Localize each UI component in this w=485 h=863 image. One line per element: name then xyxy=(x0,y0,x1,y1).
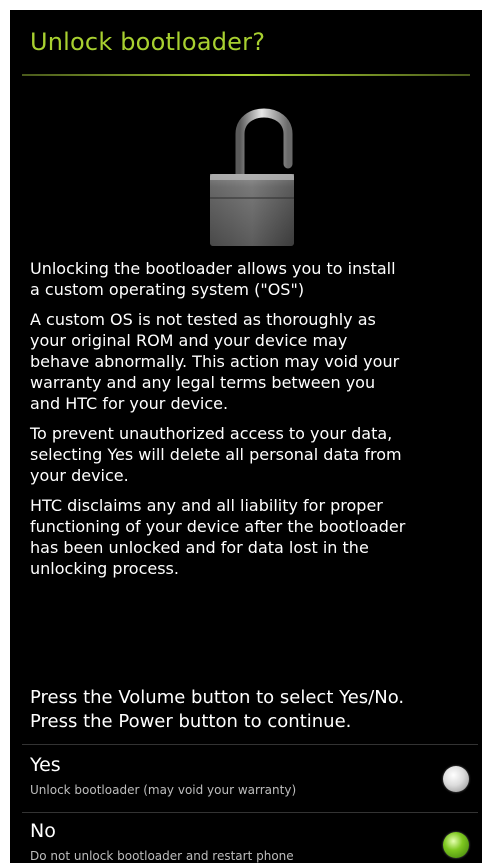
paragraph-data-wipe: To prevent unauthorized access to your d… xyxy=(30,424,402,485)
dialog-body: Unlocking the bootloader allows you to i… xyxy=(30,258,482,588)
dialog-title: Unlock bootloader? xyxy=(30,28,266,56)
paragraph-warning: A custom OS is not tested as thoroughly … xyxy=(30,310,400,413)
options-divider-middle xyxy=(22,812,478,813)
unlock-dialog-screen: Unlock bootloader? Unlocking the bootloa… xyxy=(10,10,482,863)
radio-yes[interactable] xyxy=(443,766,469,792)
option-no-label: No xyxy=(30,820,56,842)
paragraph-intro: Unlocking the bootloader allows you to i… xyxy=(30,259,396,299)
option-no-description: Do not unlock bootloader and restart pho… xyxy=(30,849,294,863)
option-no[interactable]: No Do not unlock bootloader and restart … xyxy=(10,816,482,863)
title-divider xyxy=(22,74,470,76)
unlocked-padlock-icon xyxy=(200,94,306,250)
option-yes-label: Yes xyxy=(30,754,61,776)
paragraph-disclaimer: HTC disclaims any and all liability for … xyxy=(30,496,406,578)
option-yes[interactable]: Yes Unlock bootloader (may void your war… xyxy=(10,750,482,810)
radio-no[interactable] xyxy=(443,832,469,858)
options-divider-top xyxy=(22,744,478,745)
button-instructions: Press the Volume button to select Yes/No… xyxy=(30,687,405,732)
option-yes-description: Unlock bootloader (may void your warrant… xyxy=(30,783,297,797)
